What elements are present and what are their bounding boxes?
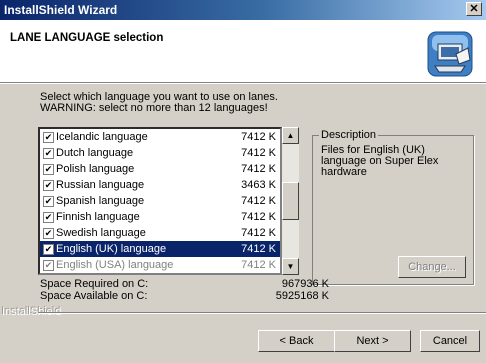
scroll-thumb[interactable]	[282, 182, 299, 220]
language-checkbox[interactable]: ✔	[43, 180, 54, 191]
language-item[interactable]: ✔ Swedish language 7412 K	[40, 225, 280, 241]
description-text: Files for English (UK) language on Super…	[321, 144, 439, 178]
language-size: 3463 K	[241, 179, 276, 191]
back-button[interactable]: < Back	[258, 330, 335, 352]
language-checkbox[interactable]: ✔	[43, 212, 54, 223]
cancel-button[interactable]: Cancel	[420, 330, 480, 352]
window-title: InstallShield Wizard	[4, 3, 118, 17]
scroll-up-button[interactable]: ▲	[282, 127, 299, 144]
language-name: Dutch language	[56, 147, 134, 159]
language-item[interactable]: ✔ English (UK) language 7412 K	[40, 241, 280, 257]
next-button[interactable]: Next >	[334, 330, 411, 352]
language-name: Icelandic language	[56, 131, 148, 143]
language-name: English (UK) language	[56, 243, 167, 255]
space-required-row: Space Required on C: 967936 K	[40, 278, 329, 290]
close-button[interactable]: ✕	[466, 2, 482, 16]
language-name: English (USA) language	[56, 259, 174, 271]
language-checkbox[interactable]: ✔	[43, 244, 54, 255]
language-item[interactable]: ✔ English (USA) language 7412 K	[40, 257, 280, 273]
language-item[interactable]: ✔ Russian language 3463 K	[40, 177, 280, 193]
wizard-header: LANE LANGUAGE selection	[0, 20, 486, 82]
language-size: 7412 K	[241, 227, 276, 239]
space-available-value: 5925168 K	[275, 290, 329, 302]
language-size: 7412 K	[241, 147, 276, 159]
computer-icon	[427, 31, 473, 77]
instruction-line-2: WARNING: select no more than 12 language…	[40, 102, 268, 114]
list-scrollbar[interactable]: ▲ ▼	[282, 127, 299, 275]
language-checkbox[interactable]: ✔	[43, 228, 54, 239]
language-size: 7412 K	[241, 131, 276, 143]
description-legend: Description	[319, 129, 379, 141]
language-item[interactable]: ✔ Finnish language 7412 K	[40, 209, 280, 225]
language-size: 7412 K	[241, 211, 276, 223]
language-checkbox[interactable]: ✔	[43, 196, 54, 207]
language-name: Finnish language	[56, 211, 140, 223]
language-checkbox[interactable]: ✔	[43, 164, 54, 175]
language-item[interactable]: ✔ Spanish language 7412 K	[40, 193, 280, 209]
installer-window: InstallShield Wizard ✕ LANE LANGUAGE sel…	[0, 0, 486, 363]
language-name: Russian language	[56, 179, 145, 191]
language-size: 7412 K	[241, 259, 276, 271]
header-divider	[0, 82, 486, 84]
language-checkbox[interactable]: ✔	[43, 132, 54, 143]
space-required-value: 967936 K	[281, 278, 329, 290]
language-size: 7412 K	[241, 163, 276, 175]
space-available-row: Space Available on C: 5925168 K	[40, 290, 329, 302]
language-size: 7412 K	[241, 195, 276, 207]
language-item[interactable]: ✔ Icelandic language 7412 K	[40, 129, 280, 145]
footer-divider	[38, 312, 486, 314]
language-list[interactable]: ✔ Icelandic language 7412 K ✔ Dutch language…	[38, 127, 282, 275]
space-required-label: Space Required on C:	[40, 278, 149, 290]
language-checkbox[interactable]: ✔	[43, 148, 54, 159]
language-item[interactable]: ✔ Dutch language 7412 K	[40, 145, 280, 161]
scroll-down-button[interactable]: ▼	[282, 258, 299, 275]
instructions: Select which language you want to use on…	[40, 92, 278, 114]
page-title: LANE LANGUAGE selection	[10, 32, 164, 44]
language-checkbox[interactable]: ✔	[43, 260, 54, 271]
language-size: 7412 K	[241, 243, 276, 255]
space-available-label: Space Available on C:	[40, 290, 148, 302]
language-name: Polish language	[56, 163, 135, 175]
change-button[interactable]: Change...	[398, 256, 466, 278]
title-bar: InstallShield Wizard ✕	[0, 0, 486, 20]
language-item[interactable]: ✔ Polish language 7412 K	[40, 161, 280, 177]
language-name: Swedish language	[56, 227, 146, 239]
language-name: Spanish language	[56, 195, 145, 207]
disk-space-info: Space Required on C: 967936 K Space Avai…	[40, 278, 329, 302]
